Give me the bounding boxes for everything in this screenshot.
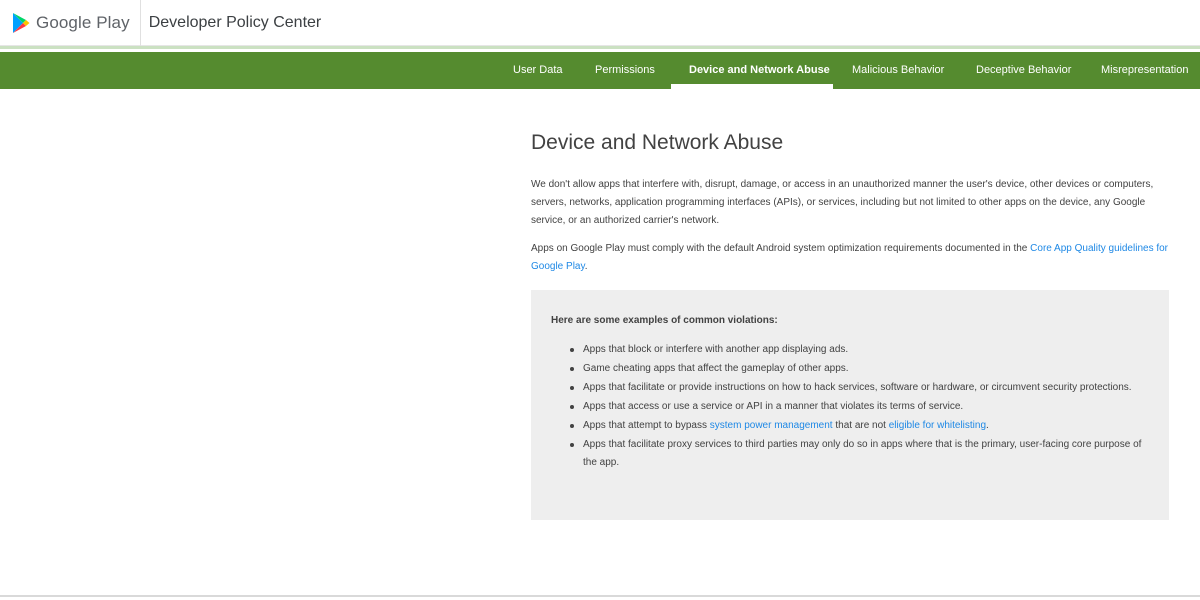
active-tab-indicator (671, 84, 833, 89)
eligible-for-whitelisting-link[interactable]: eligible for whitelisting (889, 420, 986, 431)
list-item: Game cheating apps that affect the gamep… (570, 360, 1149, 378)
google-play-brand[interactable]: Google Play (0, 0, 141, 46)
page: Google Play Developer Policy Center User… (0, 0, 1200, 600)
nav-item-permissions[interactable]: Permissions (595, 52, 655, 89)
intro-paragraph: We don't allow apps that interfere with,… (531, 179, 1154, 226)
compliance-text: Apps on Google Play must comply with the… (531, 243, 1031, 254)
violations-list: Apps that block or interfere with anothe… (551, 341, 1149, 472)
header-divider (0, 46, 1200, 49)
page-title: Device and Network Abuse (531, 131, 784, 154)
compliance-paragraph: Apps on Google Play must comply with the… (531, 240, 1171, 276)
brand-name: Google Play (36, 12, 130, 32)
google-play-logo-icon (13, 12, 30, 33)
top-header: Google Play Developer Policy Center (0, 0, 1200, 46)
nav-item-deceptive-behavior[interactable]: Deceptive Behavior (976, 52, 1071, 89)
nav-item-user-data[interactable]: User Data (513, 52, 563, 89)
compliance-text-end: . (584, 261, 588, 272)
list-item: Apps that access or use a service or API… (570, 398, 1149, 416)
violations-box: Here are some examples of common violati… (531, 290, 1169, 520)
main-content: Device and Network Abuse We don't allow … (531, 128, 1171, 286)
list-item: Apps that block or interfere with anothe… (570, 341, 1149, 359)
list-item-text: that are not (832, 420, 889, 431)
violations-title: Here are some examples of common violati… (551, 315, 778, 326)
app-title[interactable]: Developer Policy Center (149, 14, 322, 32)
list-item-text: . (986, 420, 989, 431)
list-item: Apps that facilitate proxy services to t… (570, 436, 1149, 472)
footer-divider (0, 595, 1200, 597)
list-item-text: Apps that attempt to bypass (583, 420, 710, 431)
nav-item-misrepresentation[interactable]: Misrepresentation (1101, 52, 1188, 89)
list-item: Apps that attempt to bypass system power… (570, 417, 1149, 435)
nav-item-malicious-behavior[interactable]: Malicious Behavior (852, 52, 944, 89)
system-power-management-link[interactable]: system power management (710, 420, 833, 431)
list-item: Apps that facilitate or provide instruct… (570, 379, 1149, 397)
policy-nav-bar: User Data Permissions Device and Network… (0, 52, 1200, 89)
